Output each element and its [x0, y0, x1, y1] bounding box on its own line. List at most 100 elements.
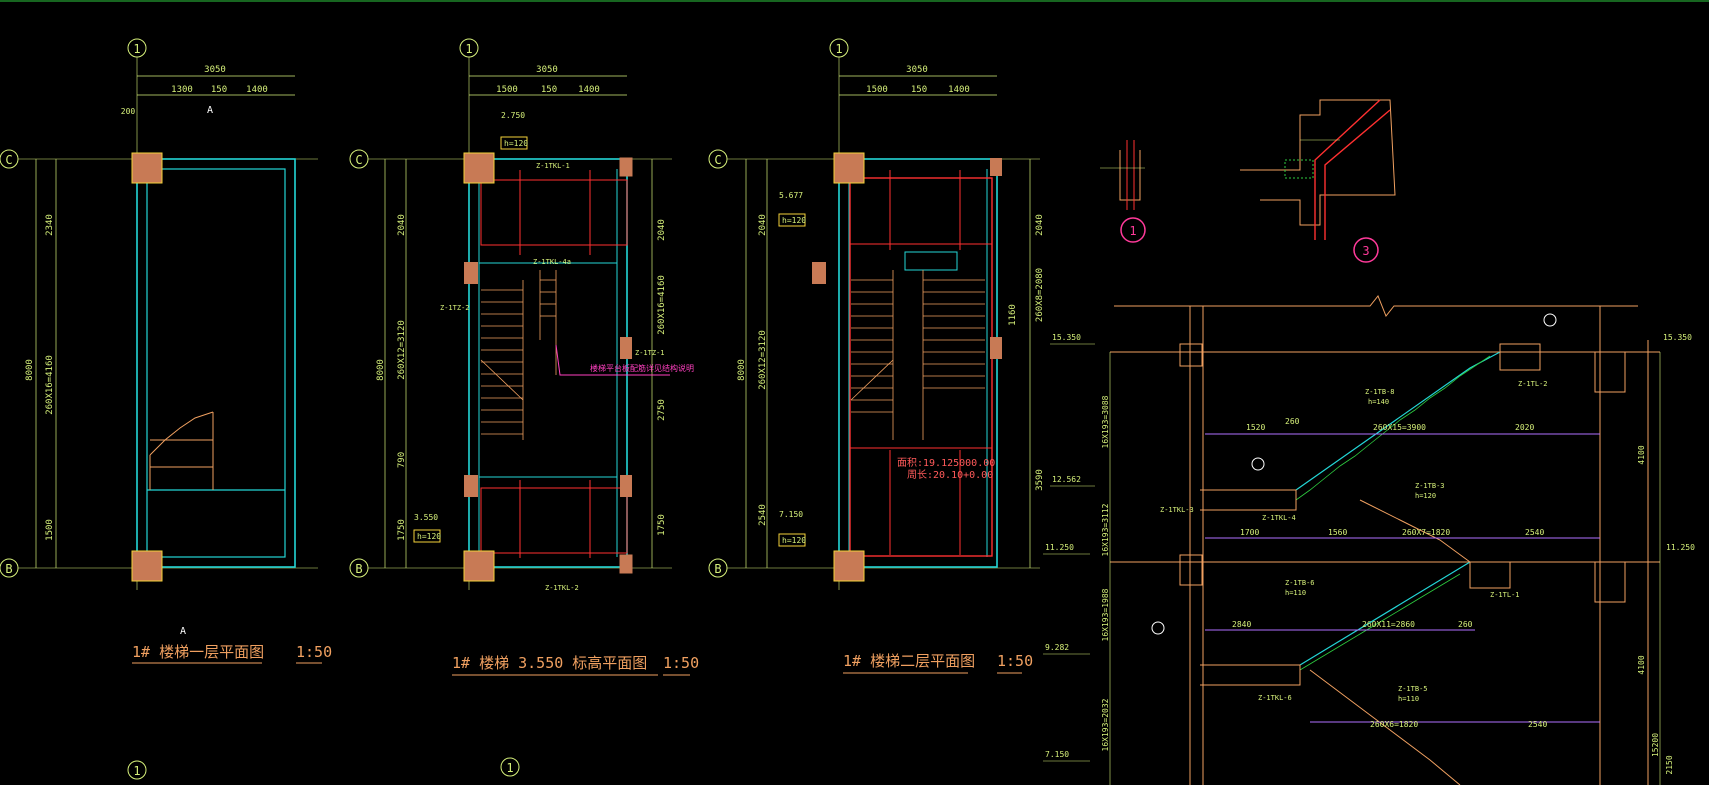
column-ml2	[464, 475, 478, 497]
run2-left: 1700	[1240, 528, 1259, 537]
run2-right: 2540	[1525, 528, 1544, 537]
cad-drawing-canvas[interactable]: 1 C B 3050 1300 150 1400 200 A A 2340 80…	[0, 0, 1709, 785]
dim-150: 150	[541, 85, 557, 95]
right-level-15350: 15.350	[1663, 333, 1692, 342]
dim-2540: 2540	[758, 504, 768, 526]
stair-sketch	[149, 411, 214, 456]
beam-label-tkl4a: Z-1TKL-4a	[533, 258, 571, 266]
dim-150: 150	[211, 85, 227, 95]
grid-label-b: B	[5, 562, 12, 576]
column-bl	[833, 550, 865, 582]
run3-left: 2840	[1232, 620, 1251, 629]
run1-left: 1520	[1246, 423, 1265, 432]
grid-label-c: C	[355, 153, 362, 167]
beam-stub-1	[1179, 343, 1203, 367]
dim-3050: 3050	[204, 65, 226, 75]
landing-1	[1200, 489, 1297, 511]
plan-1-ground-floor[interactable]: 1 C B 3050 1300 150 1400 200 A A 2340 80…	[0, 38, 332, 664]
section-view[interactable]: 1520 260 260X15=3900 2020 Z-1TB-8 h=140 …	[1043, 295, 1695, 785]
label-tl1: Z-1TL-1	[1490, 591, 1520, 599]
detail-3-rebar-2	[1324, 109, 1391, 240]
dim-790: 790	[397, 452, 407, 468]
grid-label-1: 1	[133, 42, 140, 56]
dim-1400: 1400	[578, 85, 600, 95]
dim-1300: 1300	[171, 85, 193, 95]
run3-mid: 260	[1458, 620, 1473, 629]
grid-label-c: C	[714, 153, 721, 167]
level-15350: 15.350	[1052, 333, 1081, 342]
column-tr	[990, 158, 1002, 176]
grid-label-1: 1	[465, 42, 472, 56]
slab-rebar-bottom	[480, 487, 628, 554]
run3-label: Z-1TB-6	[1285, 579, 1315, 587]
beam-box-tkl4	[904, 251, 958, 271]
dim-1500: 1500	[45, 519, 55, 541]
dim-4160: 260X16=4160	[45, 355, 55, 415]
grid-label-b: B	[714, 562, 721, 576]
section-mark-a-bottom: A	[180, 626, 186, 637]
level-9282: 9.282	[1045, 643, 1069, 652]
grid-label-b: B	[355, 562, 362, 576]
flight-2	[1299, 561, 1471, 666]
dim-1750: 1750	[397, 519, 407, 541]
plan-2-title: 1# 楼梯 3.550 标高平面图	[452, 654, 647, 672]
label-tkl4: Z-1TKL-4	[1262, 514, 1296, 522]
dim-1400: 1400	[246, 85, 268, 95]
column-mr	[620, 337, 632, 359]
column-br	[619, 554, 633, 574]
bottom-grid-label-2: 1	[506, 761, 513, 775]
beam-label-tkl1: Z-1TKL-1	[536, 162, 570, 170]
area-note: 面积:19.125000.00	[897, 457, 995, 469]
detail-3[interactable]: 3	[1240, 99, 1396, 263]
level-7150: 7.150	[1045, 750, 1069, 759]
run1-dim: 260X15=3900	[1373, 423, 1426, 432]
dim-3050: 3050	[536, 65, 558, 75]
beam-label-tz2: Z-1TZ-2	[440, 304, 470, 312]
run4-h: h=110	[1398, 695, 1419, 703]
beam-stub-5	[1469, 561, 1511, 589]
dim-3050: 3050	[906, 65, 928, 75]
label-tkl6: Z-1TKL-6	[1258, 694, 1292, 702]
level-tag-355: 3.550	[414, 513, 438, 522]
detail-mark-3-label: 3	[1362, 244, 1369, 258]
plan-3-title: 1# 楼梯二层平面图	[843, 652, 975, 670]
column-tr	[619, 157, 633, 177]
beam-stub-2	[1499, 343, 1541, 371]
run2-label: Z-1TB-3	[1415, 482, 1445, 490]
wall-outer	[136, 158, 296, 568]
dim-r-4160: 260X16=4160	[657, 275, 667, 335]
slab-rebar-top	[480, 179, 628, 246]
stair-treads-left	[480, 280, 524, 440]
plan-3-second-floor[interactable]: 1 C B 3050 1500 150 1400 8000 2040 260X1…	[708, 38, 1045, 674]
dim-3120: 260X12=3120	[758, 330, 768, 390]
right-dim-2: 4100	[1637, 655, 1646, 674]
dim-r-2080: 260X8=2080	[1035, 268, 1045, 322]
dim-3120: 260X12=3120	[397, 320, 407, 380]
dim-r-3590: 3590	[1035, 469, 1045, 491]
dim-200: 200	[121, 107, 136, 116]
wall-inner	[146, 168, 286, 558]
level-tag: 2.750	[501, 111, 525, 120]
dim-8000: 8000	[376, 359, 386, 381]
column-tl	[833, 152, 865, 184]
run4-right: 2540	[1528, 720, 1547, 729]
ref-bubble-3	[1151, 621, 1165, 635]
run2-mid: 1560	[1328, 528, 1347, 537]
detail-1[interactable]: 1	[1100, 140, 1146, 243]
run1-label: Z-1TB-8	[1365, 388, 1395, 396]
run3-h: h=110	[1285, 589, 1306, 597]
stair-treads-left	[850, 270, 894, 440]
column-mr2	[620, 475, 632, 497]
side-dim-4: 16X193=2032	[1101, 698, 1110, 751]
dim-r-2750: 2750	[657, 399, 667, 421]
detail-mark-1-label: 1	[1129, 224, 1136, 238]
right-dim-1: 4100	[1637, 445, 1646, 464]
h-tag-2: h=120	[417, 532, 441, 541]
side-dim-1: 16X193=3088	[1101, 395, 1110, 448]
plan-3-scale: 1:50	[997, 652, 1033, 670]
plan-2-mid-level[interactable]: 1 C B 3050 1500 150 1400 8000 2040 260X1…	[349, 38, 699, 676]
dim-r-2040: 2040	[1035, 214, 1045, 236]
h-tag: h=120	[782, 216, 806, 225]
grid-label-c: C	[5, 153, 12, 167]
detail-3-hatch	[1284, 159, 1314, 179]
